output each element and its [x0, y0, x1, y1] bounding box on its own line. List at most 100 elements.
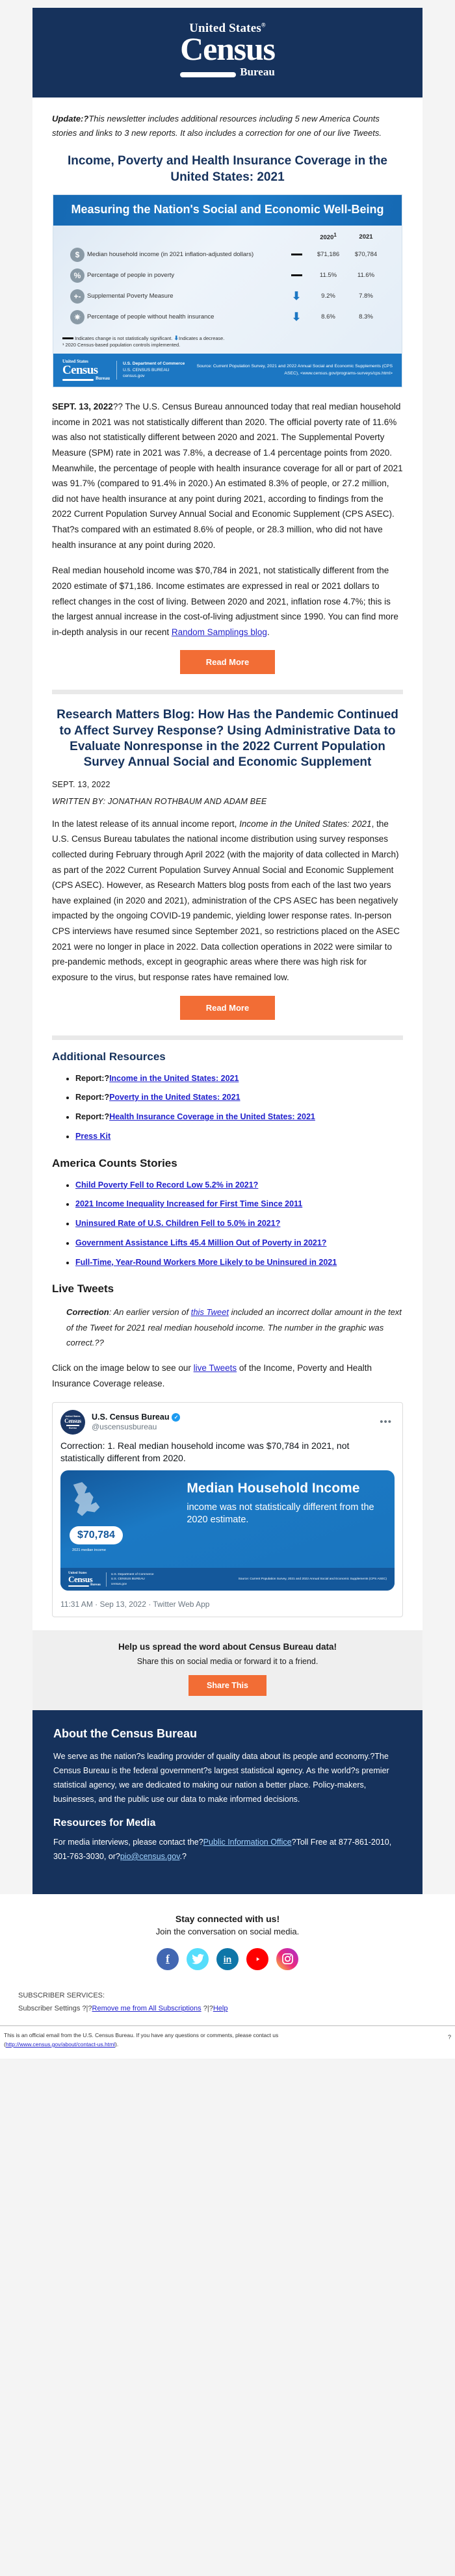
- dollar-icon: $: [70, 247, 84, 262]
- additional-resources-list: Report:?Income in the United States: 202…: [52, 1073, 403, 1143]
- additional-resources-heading: Additional Resources: [52, 1050, 166, 1063]
- row-2020: 9.2%: [321, 293, 335, 300]
- twitter-icon[interactable]: [187, 1947, 209, 1970]
- story-link[interactable]: Uninsured Rate of U.S. Children Fell to …: [75, 1219, 280, 1228]
- legal-footer: This is an official email from the U.S. …: [0, 2025, 455, 2059]
- row-2021: 7.8%: [359, 293, 373, 300]
- contact-us-link[interactable]: http://www.census.gov/about/contact-us.h…: [6, 2041, 115, 2048]
- press-kit-link[interactable]: Press Kit: [75, 1132, 110, 1141]
- down-arrow-icon: ⬇: [291, 311, 302, 324]
- email-page: United States® Census Bureau Update:?Thi…: [0, 0, 455, 2059]
- about-heading: About the Census Bureau: [53, 1727, 198, 1741]
- america-counts-list: Child Poverty Fell to Record Low 5.2% in…: [52, 1179, 403, 1269]
- list-item: Report:?Poverty in the United States: 20…: [75, 1091, 403, 1104]
- story-link[interactable]: Full-Time, Year-Round Workers More Likel…: [75, 1258, 337, 1267]
- list-item: Press Kit: [75, 1130, 403, 1143]
- footer-source: Source: Current Population Survey, 2021 …: [196, 364, 393, 376]
- footer-census-logo: United States Census Bureau: [62, 359, 110, 382]
- list-item: Full-Time, Year-Round Workers More Likel…: [75, 1256, 403, 1269]
- row-label: Percentage of people in poverty: [87, 271, 175, 279]
- instagram-icon[interactable]: [276, 1947, 298, 1970]
- footer-dept: U.S. Department of Commerce U.S. CENSUS …: [116, 360, 185, 380]
- row-2020: 11.5%: [319, 272, 337, 280]
- blog-author: WRITTEN BY: JONATHAN ROTHBAUM AND ADAM B…: [52, 796, 267, 806]
- infographic-notes: Indicates change is not statistically si…: [53, 332, 402, 354]
- row-label: Percentage of people without health insu…: [87, 313, 214, 320]
- down-arrow-icon: ⬇: [174, 334, 179, 341]
- live-tweets-intro: Click on the image below to see our live…: [52, 1363, 372, 1389]
- infographic-title: Measuring the Nation's Social and Econom…: [53, 194, 402, 226]
- tweet-media-source: Source: Current Population Survey, 2021 …: [238, 1578, 387, 1581]
- about-band: About the Census Bureau We serve as the …: [32, 1710, 422, 1894]
- flat-indicator-icon: [62, 337, 73, 340]
- story-date: SEPT. 13, 2022: [52, 402, 113, 412]
- linkedin-icon[interactable]: in: [216, 1947, 239, 1970]
- no-change-icon: [283, 244, 309, 265]
- legal-line-1: This is an official email from the U.S. …: [4, 2032, 279, 2039]
- row-2021: 8.3%: [359, 313, 373, 321]
- medical-icon: ✷: [70, 309, 84, 324]
- social-heading: Stay connected with us!: [175, 1913, 280, 1924]
- note-controls: ¹ 2020 Census-based population controls …: [62, 342, 181, 348]
- update-text: This newsletter includes additional reso…: [52, 114, 382, 138]
- table-row: +- Supplemental Poverty Measure ⬇ 9.2% 7.…: [70, 286, 385, 307]
- pio-email-link[interactable]: pio@census.gov: [120, 1852, 180, 1861]
- no-change-icon: [283, 265, 309, 286]
- row-label: Median household income (in 2021 inflati…: [87, 250, 254, 258]
- row-2021: $70,784: [354, 251, 378, 259]
- story-paragraph-1: SEPT. 13, 2022?? The U.S. Census Bureau …: [52, 402, 403, 550]
- resource-link[interactable]: Income in the United States: 2021: [109, 1074, 239, 1083]
- verified-badge-icon: ✓: [172, 1412, 181, 1422]
- subscriber-title: SUBSCRIBER SERVICES:: [18, 1991, 105, 1999]
- tweet-timestamp: 11:31 AM · Sep 13, 2022 · Twitter Web Ap…: [60, 1600, 210, 1609]
- table-row: $ Median household income (in 2021 infla…: [70, 244, 385, 265]
- blog-report-title: Income in the United States: 2021: [239, 818, 372, 829]
- alaska-map-icon: [73, 1482, 100, 1516]
- america-counts-heading: America Counts Stories: [52, 1156, 177, 1169]
- down-arrow-icon: ⬇: [291, 290, 302, 303]
- read-more-button-story[interactable]: Read More: [179, 650, 276, 675]
- masthead: United States® Census Bureau: [32, 8, 422, 98]
- story-paragraph-2: Real median household income was $70,784…: [52, 566, 398, 637]
- more-options-icon[interactable]: •••: [380, 1416, 395, 1427]
- list-item: Uninsured Rate of U.S. Children Fell to …: [75, 1217, 403, 1230]
- read-more-button-blog[interactable]: Read More: [179, 995, 276, 1020]
- resource-link[interactable]: Health Insurance Coverage in the United …: [109, 1112, 315, 1121]
- tweet-media[interactable]: Median Household Income income was not s…: [60, 1470, 395, 1591]
- share-this-button[interactable]: Share This: [188, 1675, 266, 1697]
- facebook-icon[interactable]: f: [157, 1947, 179, 1970]
- story-link[interactable]: Government Assistance Lifts 45.4 Million…: [75, 1238, 326, 1247]
- story-title: Income, Poverty and Health Insurance Cov…: [67, 154, 388, 184]
- remove-subscriptions-link[interactable]: Remove me from All Subscriptions: [92, 2005, 202, 2012]
- story-link[interactable]: 2021 Income Inequality Increased for Fir…: [75, 1199, 302, 1208]
- tweet-media-dept: U.S. Department of Commerce U.S. CENSUS …: [105, 1572, 154, 1587]
- random-samplings-blog-link[interactable]: Random Samplings blog: [172, 627, 267, 637]
- resource-link[interactable]: Poverty in the United States: 2021: [109, 1093, 240, 1102]
- table-row: % Percentage of people in poverty 11.5% …: [70, 265, 385, 286]
- tweet-media-sub: income was not statistically different f…: [187, 1502, 374, 1525]
- share-text: Share this on social media or forward it…: [136, 1657, 318, 1667]
- row-label: Supplemental Poverty Measure: [87, 292, 174, 300]
- logo-registered: ®: [261, 21, 266, 29]
- list-item: Government Assistance Lifts 45.4 Million…: [75, 1237, 403, 1249]
- public-information-office-link[interactable]: Public Information Office: [203, 1838, 292, 1847]
- help-link[interactable]: Help: [213, 2005, 228, 2012]
- percent-icon: %: [70, 268, 84, 283]
- social-band: Stay connected with us! Join the convers…: [0, 1893, 455, 1975]
- blog-date: SEPT. 13, 2022: [52, 779, 110, 789]
- list-item: Report:?Income in the United States: 202…: [75, 1073, 403, 1085]
- youtube-icon[interactable]: [246, 1947, 268, 1970]
- row-2020: $71,186: [317, 251, 340, 259]
- tweet-card[interactable]: United States Census Bureau U.S. Census …: [52, 1401, 403, 1618]
- census-logo: United States® Census Bureau: [180, 21, 276, 77]
- tweet-correction-note: Correction: An earlier version of this T…: [66, 1307, 402, 1348]
- twitter-bird-icon: [191, 1953, 204, 1964]
- this-tweet-link[interactable]: this Tweet: [191, 1307, 229, 1317]
- logo-line2: Census: [180, 31, 276, 67]
- story-link[interactable]: Child Poverty Fell to Record Low 5.2% in…: [75, 1180, 258, 1190]
- live-tweets-link[interactable]: live Tweets: [194, 1363, 237, 1373]
- tweet-media-headline: Median Household Income: [187, 1481, 360, 1496]
- instagram-camera-icon: [281, 1953, 293, 1965]
- tweet-media-value: $70,784: [70, 1526, 123, 1545]
- list-item: Report:?Health Insurance Coverage in the…: [75, 1111, 403, 1123]
